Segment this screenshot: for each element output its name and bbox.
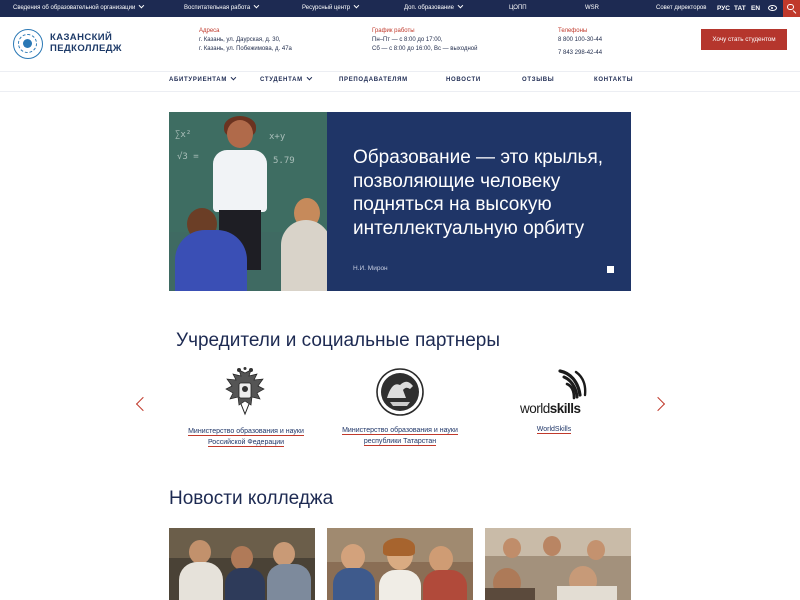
phones-block: Телефоны 8 800 100-30-44 7 843 298-42-44 [558,27,602,58]
schedule-line: Сб — с 8:00 до 16:00, Вс — выходной [372,46,478,52]
hero-quote-author: Н.И. Мирон [353,265,388,272]
topbar-link-copp[interactable]: ЦОПП [509,0,527,17]
lang-en[interactable]: EN [751,0,760,17]
eye-icon[interactable] [768,5,777,11]
nav-item-contacts[interactable]: КОНТАКТЫ [594,77,633,83]
partners-title: Учредители и социальные партнеры [176,330,500,351]
chevron-down-icon [457,2,464,9]
address-line: г. Казань, ул. Даурская, д. 30, [199,37,281,43]
news-title: Новости колледжа [169,488,334,509]
address-label: Адреса [199,28,220,34]
chevron-down-icon [253,2,260,9]
topbar-link-directors-council[interactable]: Совет директоров [656,0,706,17]
chevron-down-icon [230,74,237,81]
lang-tat[interactable]: TAT [734,0,746,17]
news-card-image[interactable] [169,528,315,600]
slider-dot[interactable] [607,266,614,273]
carousel-prev-arrow-icon[interactable] [135,396,151,412]
topbar-link-org-info[interactable]: Сведения об образовательной организации [13,0,145,17]
partner-card-worldskills[interactable]: WorldSkills [504,424,604,435]
topbar-link-resource-center[interactable]: Ресурсный центр [302,0,360,17]
russia-coat-of-arms-icon [225,367,265,416]
chevron-down-icon [138,2,145,9]
schedule-block: График работы Пн–Пт — с 8:00 до 17:00, С… [372,27,477,54]
nav-item-applicants[interactable]: АБИТУРИЕНТАМ [169,74,237,83]
nav-item-news[interactable]: НОВОСТИ [446,77,481,83]
partner-card-ministry-rf[interactable]: Министерство образования и науки Российс… [176,426,316,448]
tatarstan-emblem-icon [376,368,424,416]
nav-item-reviews[interactable]: ОТЗЫВЫ [522,77,554,83]
hero-quote-panel: Образование — это крылья, позволяющие че… [327,112,631,291]
news-card-image[interactable] [485,528,631,600]
schedule-line: Пн–Пт — с 8:00 до 17:00, [372,37,443,43]
college-logo-text[interactable]: КАЗАНСКИЙ ПЕДКОЛЛЕДЖ [50,32,122,54]
phone-number[interactable]: 7 843 298-42-44 [558,49,602,58]
address-block: Адреса г. Казань, ул. Даурская, д. 30, г… [199,27,292,54]
top-bar: Сведения об образовательной организации … [0,0,800,17]
search-button[interactable] [783,0,800,17]
nav-item-students[interactable]: СТУДЕНТАМ [260,74,313,83]
worldskills-logo-icon [558,369,587,400]
hero-teacher-photo: ∑x² √3 = x+y 5.79 [169,112,327,291]
phones-label: Телефоны [558,28,588,34]
chevron-down-icon [353,2,360,9]
chevron-down-icon [306,74,313,81]
carousel-next-arrow-icon[interactable] [650,396,666,412]
divider [0,71,800,72]
topbar-link-extra-education[interactable]: Доп. образование [404,0,464,17]
address-line: г. Казань, ул. Побежимова, д. 47а [199,46,292,52]
college-logo-icon[interactable] [13,29,43,59]
become-student-button[interactable]: Хочу стать студентом [701,29,787,50]
divider [0,91,800,92]
hero-quote: Образование — это крылья, позволяющие че… [353,147,604,239]
topbar-link-upbringing[interactable]: Воспитательная работа [184,0,260,17]
news-card-image[interactable] [327,528,473,600]
lang-rus[interactable]: РУС [717,0,730,17]
worldskills-wordmark: worldskills [520,401,581,416]
nav-item-teachers[interactable]: ПРЕПОДАВАТЕЛЯМ [339,77,408,83]
phone-number[interactable]: 8 800 100-30-44 [558,36,602,45]
schedule-label: График работы [372,28,415,34]
partner-card-ministry-rt[interactable]: Министерство образования и науки республ… [330,425,470,447]
topbar-link-wsr[interactable]: WSR [585,0,599,17]
search-icon [787,3,794,10]
